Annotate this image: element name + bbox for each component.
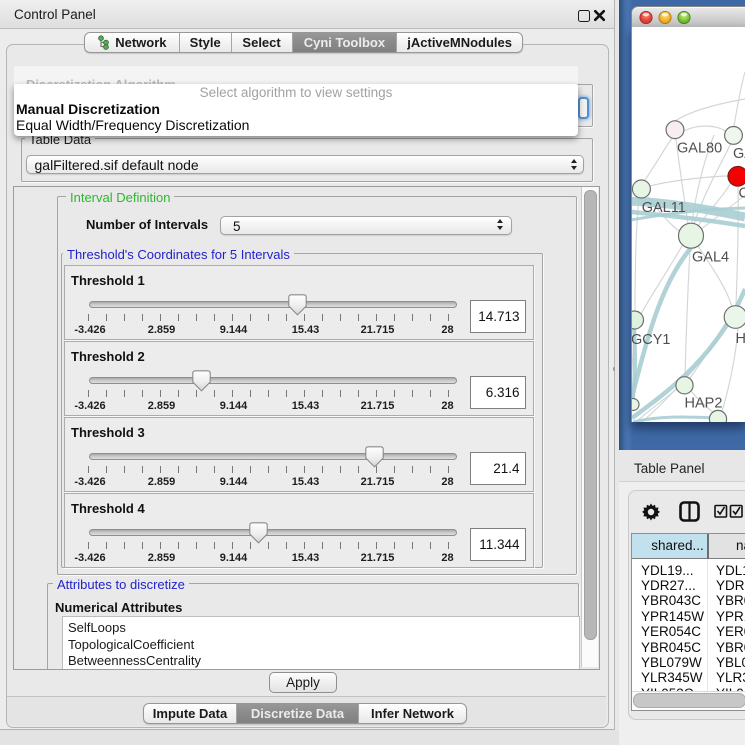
svg-text:GA: GA bbox=[733, 146, 745, 162]
svg-text:H: H bbox=[736, 331, 745, 347]
svg-text:HAP2: HAP2 bbox=[685, 396, 723, 412]
svg-text:C: C bbox=[739, 186, 745, 202]
svg-text:GCY1: GCY1 bbox=[632, 332, 671, 348]
svg-text:GAL11: GAL11 bbox=[642, 200, 686, 216]
svg-text:GAL4: GAL4 bbox=[692, 250, 729, 266]
svg-text:GAL80: GAL80 bbox=[677, 141, 722, 157]
